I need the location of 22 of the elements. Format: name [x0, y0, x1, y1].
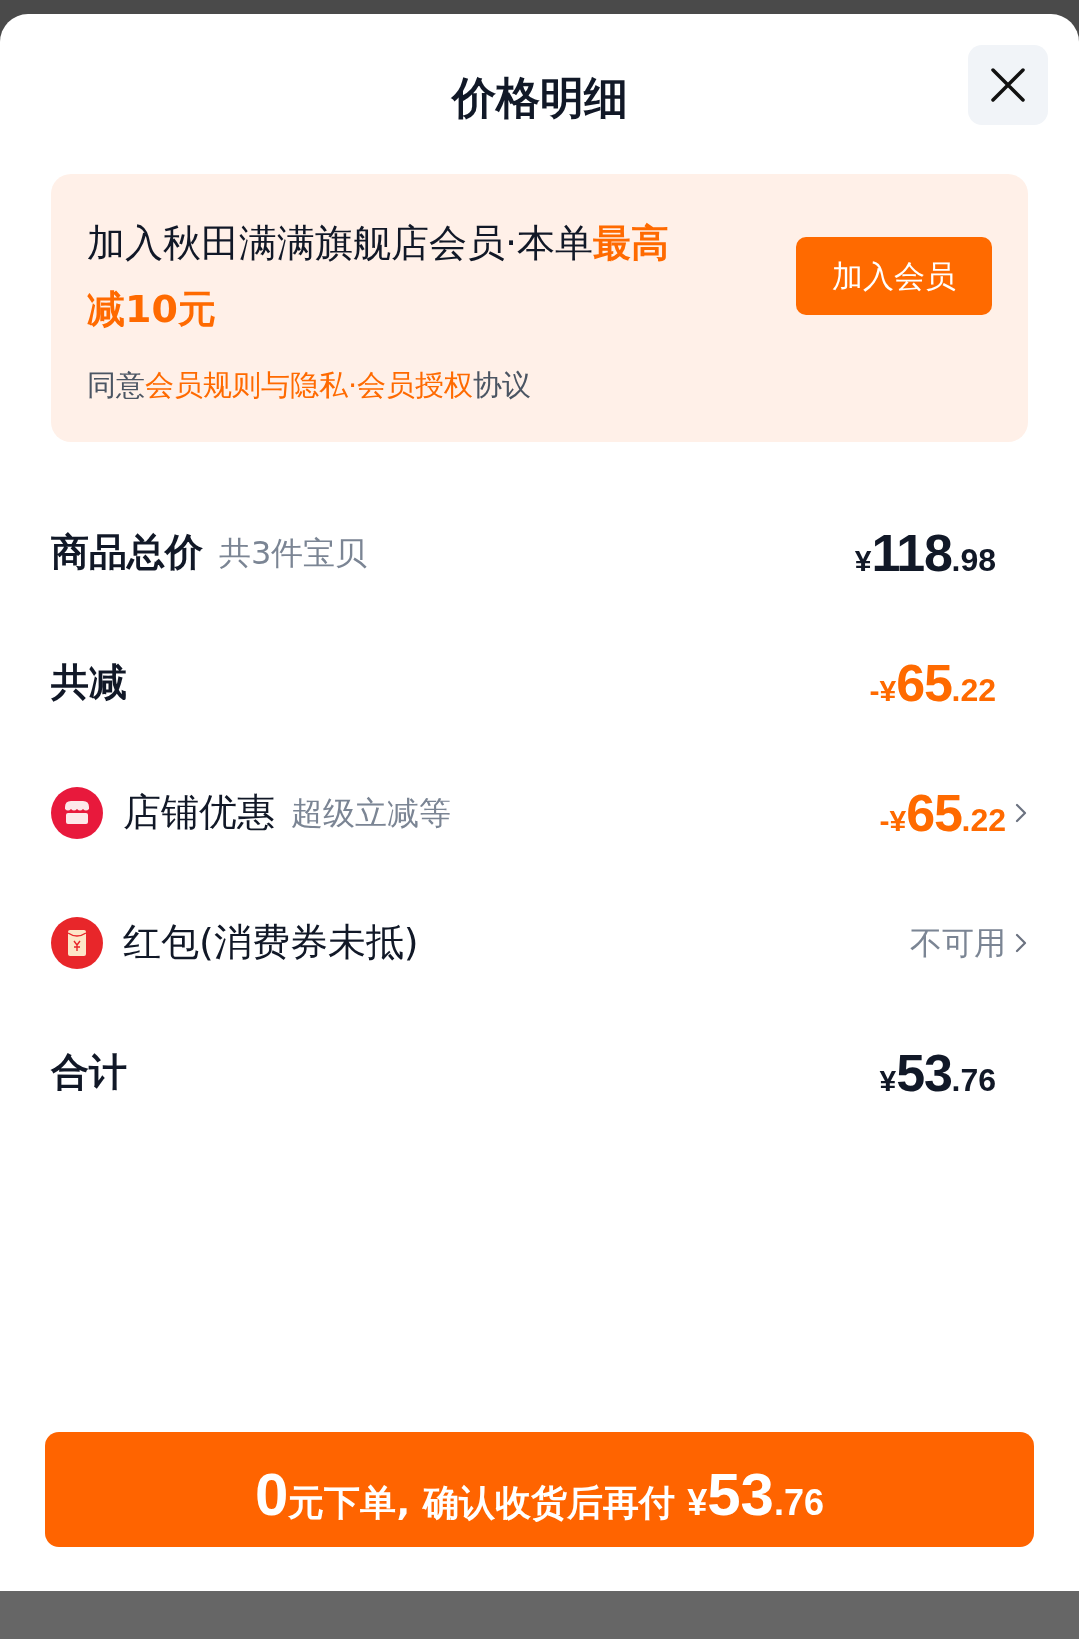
price: ¥118.98 [854, 522, 996, 584]
row-note: 共3件宝贝 [219, 532, 368, 574]
row-label: 共减 [51, 659, 127, 706]
envelope-icon [51, 916, 103, 969]
price: -¥65.22 [879, 782, 1006, 844]
row-label: 合计 [51, 1049, 127, 1096]
membership-offer: 加入秋田满满旗舰店会员·本单最高减10元 [87, 220, 671, 333]
agreement-link[interactable]: 会员规则与隐私·会员授权 [145, 368, 474, 402]
row-note: 超级立减等 [291, 792, 451, 834]
row-label: 商品总价 [51, 529, 203, 576]
price: ¥53.76 [879, 1042, 996, 1104]
agreement-text: 同意会员规则与隐私·会员授权协议 [87, 367, 533, 404]
join-member-button[interactable]: 加入会员 [796, 237, 992, 315]
row-status: 不可用 [910, 922, 1006, 964]
shop-icon [51, 786, 103, 839]
close-button[interactable] [968, 45, 1048, 125]
submit-order-button[interactable]: 0元下单, 确认收货后再付 ¥53.76 [45, 1432, 1034, 1547]
row-label: 店铺优惠 [123, 789, 275, 836]
price: -¥65.22 [869, 652, 996, 714]
row-label: 红包(消费券未抵) [123, 919, 419, 966]
close-icon [990, 67, 1026, 103]
sheet-title: 价格明细 [451, 71, 628, 125]
